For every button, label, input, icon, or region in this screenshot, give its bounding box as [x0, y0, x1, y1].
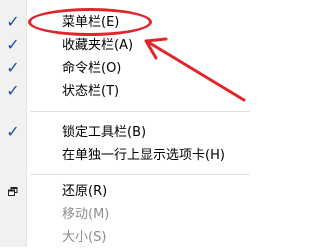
annotation-highlight-ellipse: [28, 8, 152, 36]
menu-item-label: 锁定工具栏(B): [62, 125, 147, 140]
checkmark-icon: ✓: [6, 122, 20, 141]
checkmark-icon: ✓: [6, 58, 20, 77]
restore-icon: [8, 187, 18, 196]
menu-separator: [30, 174, 250, 176]
checkmark-icon: ✓: [6, 81, 20, 100]
menu-item-label: 状态栏(T): [62, 84, 120, 99]
menu-item-status-bar[interactable]: ✓ 状态栏(T): [0, 80, 250, 103]
menu-item-label: 收藏夹栏(A): [62, 38, 134, 53]
checkmark-icon: ✓: [6, 12, 20, 31]
menu-item-lock-toolbars[interactable]: ✓ 锁定工具栏(B): [0, 121, 250, 144]
menu-item-favorites-bar[interactable]: ✓ 收藏夹栏(A): [0, 34, 250, 57]
menu-item-show-tabs-separate-row[interactable]: 在单独一行上显示选项卡(H): [0, 144, 250, 167]
context-menu: ✓ 菜单栏(E) ✓ 收藏夹栏(A) ✓ 命令栏(O) ✓ 状态栏(T) ✓ 锁…: [0, 0, 250, 247]
menu-item-label: 命令栏(O): [62, 61, 122, 76]
menu-item-size: 大小(S): [0, 226, 250, 249]
menu-item-label: 在单独一行上显示选项卡(H): [62, 148, 225, 163]
menu-separator: [30, 111, 250, 113]
menu-item-restore[interactable]: 还原(R): [0, 180, 250, 203]
menu-item-label: 移动(M): [62, 207, 110, 222]
menu-item-command-bar[interactable]: ✓ 命令栏(O): [0, 57, 250, 80]
checkmark-icon: ✓: [6, 35, 20, 54]
menu-item-move: 移动(M): [0, 203, 250, 226]
menu-item-label: 还原(R): [62, 184, 108, 199]
menu-item-label: 大小(S): [62, 230, 107, 245]
